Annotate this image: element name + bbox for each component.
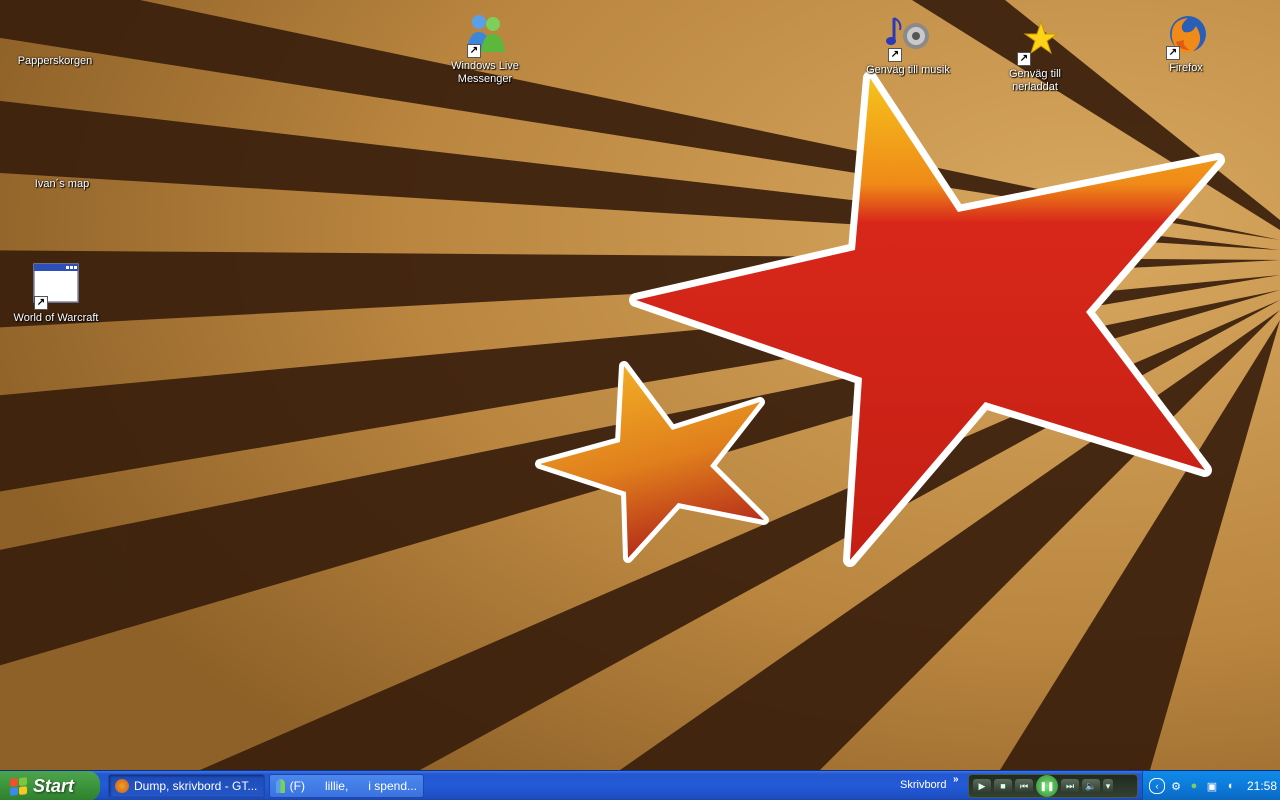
desktop-icon-world-of-warcraft[interactable]: ↗ World of Warcraft [6, 262, 106, 325]
desktop-icon-recycle-bin[interactable]: Papperskorgen [5, 5, 105, 68]
desktop-icon-genvag-nerladdat[interactable]: ↗ Genväg till nerladdat [985, 18, 1085, 94]
taskbar-button-firefox[interactable]: Dump, skrivbord - GT... [108, 774, 265, 798]
desktop-icon-label: Firefox [1169, 62, 1203, 74]
desktop-icon-firefox[interactable]: ↗ Firefox [1136, 12, 1236, 75]
desktop-icon-label: Genväg till musik [866, 64, 950, 76]
next-icon[interactable]: ⏭ [1061, 779, 1079, 793]
taskbar-button-messenger[interactable]: (F) lillie, i spend... [269, 774, 424, 798]
star-icon: ↗ [1011, 18, 1059, 66]
desktop-icon-genvag-musik[interactable]: ↗ Genväg till musik [858, 14, 958, 77]
display-icon[interactable]: ▣ [1205, 779, 1219, 793]
desktop-icon-label: Genväg till nerladdat [1009, 68, 1061, 93]
stop-icon[interactable]: ■ [994, 779, 1012, 793]
shortcut-arrow-icon: ↗ [34, 296, 48, 310]
system-tray: ‹ ⚙ ● ▣ ◖ 21:58 [1142, 771, 1280, 800]
clock[interactable]: 21:58 [1247, 779, 1277, 793]
media-restore-icon[interactable]: ▶ [973, 779, 991, 793]
media-menu-icon[interactable]: ▾ [1103, 779, 1113, 793]
taskbar-button-label: Dump, skrivbord - GT... [134, 779, 258, 793]
messenger-icon: ↗ [461, 10, 509, 58]
messenger-tray-icon[interactable]: ● [1187, 779, 1201, 793]
desktop-toolbar-label[interactable]: Skrivbord [900, 779, 946, 791]
shortcut-arrow-icon: ↗ [1166, 46, 1180, 60]
desktop-wallpaper [0, 0, 1280, 770]
media-player-toolbar: ▶ ■ ⏮ ❚❚ ⏭ 🔈 ▾ [968, 774, 1138, 798]
toolbar-chevron-icon[interactable]: » [953, 774, 959, 785]
messenger-icon [276, 779, 285, 793]
pause-icon[interactable]: ❚❚ [1036, 775, 1058, 797]
desktop-icon-label: Papperskorgen [17, 55, 93, 67]
start-label: Start [33, 775, 75, 796]
shortcut-arrow-icon: ↗ [888, 48, 902, 62]
volume-icon[interactable]: 🔈 [1082, 779, 1100, 793]
desktop-icon-windows-live-messenger[interactable]: ↗ Windows Live Messenger [435, 10, 535, 86]
desktop-icon-ivans-map[interactable]: Ivan´s map [12, 128, 112, 191]
desktop-icon-label: Ivan´s map [34, 178, 90, 190]
wallpaper-graphic [0, 0, 1280, 770]
network-icon[interactable]: ⚙ [1169, 779, 1183, 793]
firefox-icon: ↗ [1162, 12, 1210, 60]
previous-icon[interactable]: ⏮ [1015, 779, 1033, 793]
shortcut-arrow-icon: ↗ [1017, 52, 1031, 66]
application-window-icon: ↗ [32, 262, 80, 310]
music-speaker-icon: ↗ [884, 14, 932, 62]
taskbar-button-label: (F) lillie, i spend... [289, 779, 417, 793]
shortcut-arrow-icon: ↗ [467, 44, 481, 58]
taskbar: Start Dump, skrivbord - GT... (F) lillie… [0, 770, 1280, 800]
start-button[interactable]: Start [0, 771, 100, 800]
windows-logo-icon [10, 776, 27, 796]
desktop-icon-label: Windows Live Messenger [451, 60, 519, 85]
firefox-icon [115, 779, 129, 793]
desktop-icon-label: World of Warcraft [13, 312, 99, 324]
collapse-arrow-icon[interactable]: ‹ [1149, 778, 1165, 794]
speaker-icon[interactable]: ◖ [1223, 779, 1237, 793]
